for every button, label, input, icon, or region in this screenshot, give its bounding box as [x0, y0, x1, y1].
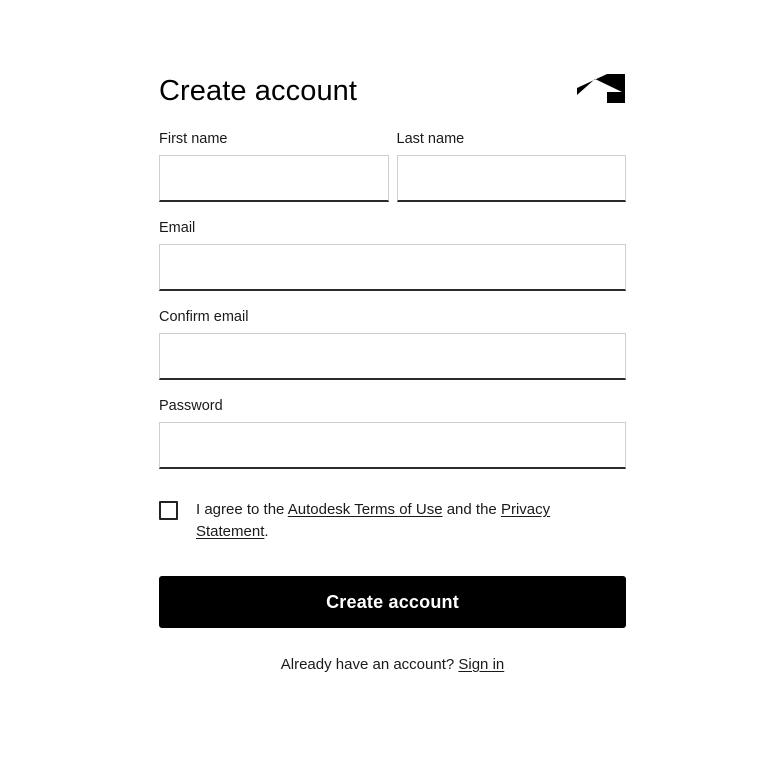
create-account-form: Create account First name Last name Emai… — [159, 60, 626, 675]
autodesk-logo-icon — [577, 74, 625, 103]
terms-text-after: . — [264, 523, 269, 540]
create-account-button[interactable]: Create account — [159, 576, 626, 628]
confirm-email-input[interactable] — [159, 333, 626, 380]
terms-agreement-row: I agree to the Autodesk Terms of Use and… — [159, 499, 626, 543]
email-input[interactable] — [159, 244, 626, 291]
confirm-email-field-group: Confirm email — [159, 308, 626, 380]
autodesk-terms-of-use-link[interactable]: Autodesk Terms of Use — [288, 501, 443, 518]
first-name-label: First name — [159, 131, 228, 147]
last-name-label: Last name — [396, 131, 465, 147]
email-field-group: Email — [159, 219, 626, 291]
terms-agreement-checkbox[interactable] — [159, 501, 178, 520]
page-title: Create account — [159, 75, 358, 107]
password-input[interactable] — [159, 422, 626, 469]
terms-text-before: I agree to the — [196, 501, 288, 518]
confirm-email-label: Confirm email — [159, 309, 249, 325]
password-label: Password — [159, 398, 223, 414]
terms-text-between: and the — [442, 501, 501, 518]
last-name-field-group: Last name — [396, 130, 626, 202]
sign-in-link[interactable]: Sign in — [458, 656, 504, 673]
password-field-group: Password — [159, 397, 626, 469]
first-name-field-group: First name — [159, 130, 389, 202]
signin-footer: Already have an account? Sign in — [159, 655, 626, 675]
create-account-page: Create account First name Last name Emai… — [0, 0, 771, 768]
terms-agreement-text: I agree to the Autodesk Terms of Use and… — [196, 499, 596, 543]
email-label: Email — [159, 220, 196, 236]
first-name-input[interactable] — [159, 155, 389, 202]
form-header: Create account — [159, 60, 626, 112]
last-name-input[interactable] — [396, 155, 626, 202]
name-row: First name Last name — [159, 130, 626, 202]
signin-prompt-text: Already have an account? — [280, 656, 455, 673]
